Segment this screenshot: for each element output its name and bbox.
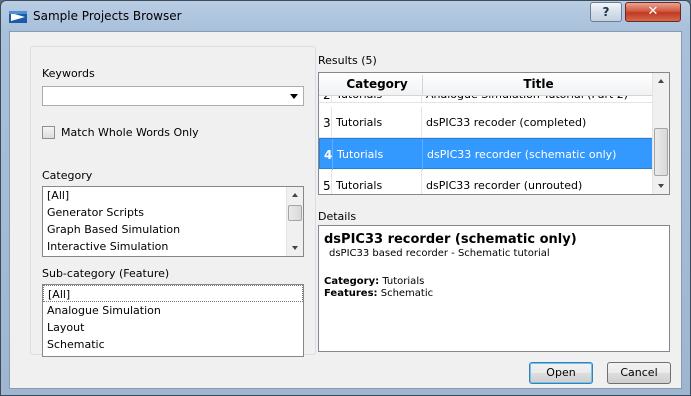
subcategory-listbox[interactable]: [All] Analogue Simulation Layout Schemat…	[42, 284, 304, 357]
category-item[interactable]: [All]	[43, 187, 303, 204]
row-number: 4	[324, 148, 333, 162]
subcategory-label: Sub-category (Feature)	[42, 267, 170, 280]
details-features-line: Features: Schematic	[324, 288, 433, 299]
column-divider	[421, 107, 422, 138]
category-item[interactable]: Graph Based Simulation	[43, 221, 303, 238]
category-label: Category	[42, 169, 93, 182]
scroll-thumb[interactable]	[654, 128, 668, 176]
category-scrollbar[interactable]	[286, 187, 303, 256]
details-subheading: dsPIC33 based recorder - Schematic tutor…	[329, 248, 550, 259]
details-category-key: Category:	[324, 276, 380, 287]
row-title: dsPIC33 recorder (unrouted)	[426, 179, 583, 192]
filter-panel: Keywords Match Whole Words Only Category…	[30, 46, 316, 357]
subcategory-item[interactable]: Schematic	[43, 336, 303, 353]
table-row[interactable]: 3 Tutorials dsPIC33 recoder (completed)	[319, 107, 654, 138]
row-title: dsPIC33 recorder (schematic only)	[427, 148, 617, 161]
subcategory-item[interactable]: [All]	[43, 285, 303, 302]
category-item[interactable]: Interactive Simulation	[43, 238, 303, 255]
scroll-up-icon[interactable]	[658, 79, 664, 83]
column-header-category[interactable]: Category	[332, 77, 422, 91]
details-category-line: Category: Tutorials	[324, 276, 424, 287]
details-features-value: Schematic	[380, 288, 434, 299]
match-whole-words-label: Match Whole Words Only	[61, 126, 199, 139]
column-divider	[421, 170, 422, 194]
scroll-down-icon[interactable]	[292, 246, 298, 250]
cancel-button[interactable]: Cancel	[607, 362, 671, 384]
results-scrollbar[interactable]	[652, 73, 669, 194]
scroll-down-icon[interactable]	[658, 184, 664, 188]
help-button[interactable]: ?	[590, 2, 622, 22]
title-bar[interactable]: Sample Projects Browser ? ✕	[1, 1, 690, 31]
details-category-value: Tutorials	[382, 276, 425, 287]
details-panel: dsPIC33 recorder (schematic only) dsPIC3…	[318, 225, 670, 352]
keywords-label: Keywords	[42, 67, 95, 80]
results-label: Results (5)	[318, 54, 377, 67]
details-label: Details	[318, 210, 357, 223]
row-title: dsPIC33 recoder (completed)	[426, 116, 587, 129]
row-category: Tutorials	[336, 116, 383, 129]
row-number: 3	[323, 116, 331, 130]
category-item[interactable]: Generator Scripts	[43, 204, 303, 221]
column-header-title[interactable]: Title	[423, 77, 654, 91]
table-row[interactable]: 5 Tutorials dsPIC33 recorder (unrouted)	[319, 170, 654, 194]
open-button[interactable]: Open	[529, 362, 593, 384]
subcategory-item[interactable]: Layout	[43, 319, 303, 336]
column-divider	[422, 139, 423, 170]
table-row-selected[interactable]: 4 Tutorials dsPIC33 recorder (schematic …	[319, 138, 654, 170]
match-whole-words-checkbox[interactable]	[42, 126, 55, 139]
row-number: 5	[323, 179, 331, 193]
dialog-client-area: Keywords Match Whole Words Only Category…	[9, 31, 682, 389]
table-header: Category Title	[319, 73, 654, 96]
details-heading: dsPIC33 recorder (schematic only)	[324, 232, 577, 247]
dialog-window: Sample Projects Browser ? ✕ Keywords Mat…	[0, 0, 691, 396]
scroll-up-icon[interactable]	[292, 193, 298, 197]
column-divider	[331, 107, 332, 138]
row-category: Tutorials	[337, 148, 384, 161]
scroll-thumb[interactable]	[288, 205, 302, 221]
column-divider	[331, 170, 332, 194]
subcategory-item[interactable]: Analogue Simulation	[43, 302, 303, 319]
category-listbox[interactable]: [All] Generator Scripts Graph Based Simu…	[42, 186, 304, 257]
window-title: Sample Projects Browser	[33, 9, 182, 23]
close-button[interactable]: ✕	[625, 2, 681, 22]
app-icon	[9, 11, 27, 23]
results-table[interactable]: 2 Tutorials Analogue Simulation Tutorial…	[318, 72, 670, 195]
dropdown-arrow-icon[interactable]	[290, 94, 298, 99]
row-category: Tutorials	[336, 179, 383, 192]
keywords-combobox[interactable]	[42, 86, 304, 106]
details-features-key: Features:	[324, 288, 378, 299]
